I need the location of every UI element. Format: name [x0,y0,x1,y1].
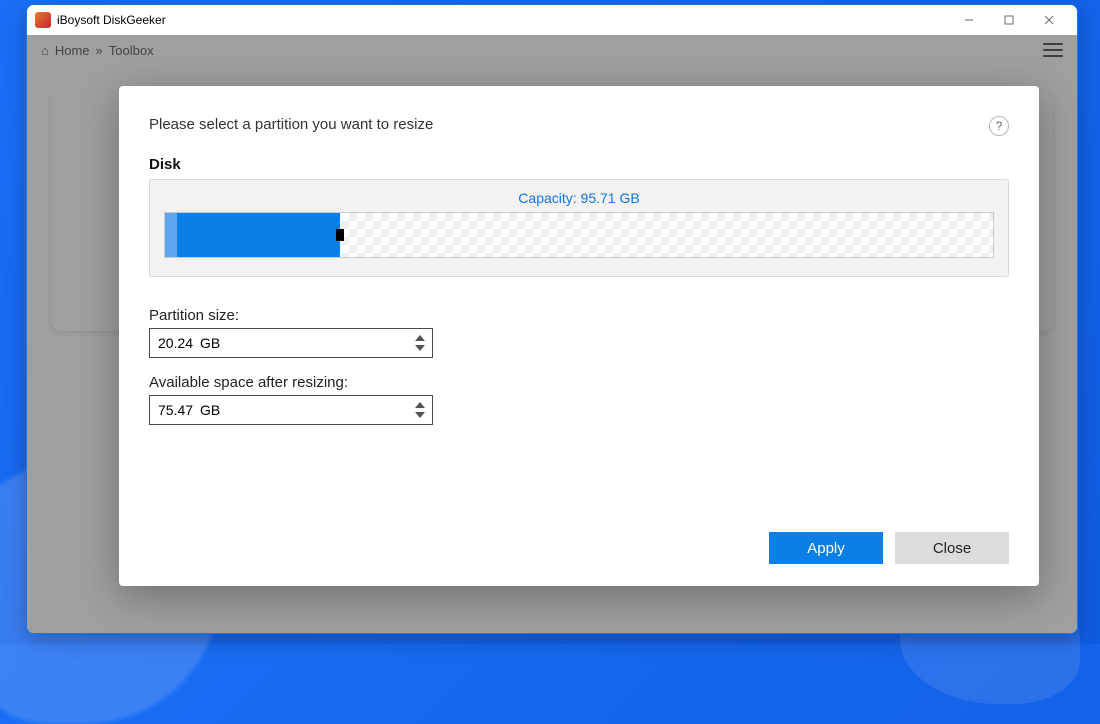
used-segment [177,213,340,257]
available-space-step-up[interactable] [412,401,428,409]
available-space-label: Available space after resizing: [149,374,1009,391]
partition-size-input[interactable]: 20.24 GB [149,328,433,358]
titlebar: iBoysoft DiskGeeker [27,5,1077,35]
maximize-button[interactable] [989,5,1029,35]
partition-size-value: 20.24 [150,335,194,351]
available-space-unit: GB [200,402,220,418]
apply-button[interactable]: Apply [769,532,883,564]
close-window-button[interactable] [1029,5,1069,35]
available-space-value: 75.47 [150,402,194,418]
partition-size-label: Partition size: [149,307,1009,324]
help-button[interactable]: ? [989,116,1009,136]
window-title: iBoysoft DiskGeeker [57,13,166,27]
partition-size-step-down[interactable] [412,344,428,352]
app-window: iBoysoft DiskGeeker ⌂ Home » Toolbox Ple… [26,4,1078,634]
dialog-instruction: Please select a partition you want to re… [149,116,433,133]
app-icon [35,12,51,28]
disk-heading: Disk [149,156,1009,173]
question-icon: ? [996,119,1003,133]
disk-capacity-label: Capacity: 95.71 GB [164,190,994,206]
available-space-input[interactable]: 75.47 GB [149,395,433,425]
minimize-button[interactable] [949,5,989,35]
close-button[interactable]: Close [895,532,1009,564]
disk-panel: Capacity: 95.71 GB [149,179,1009,277]
partition-size-unit: GB [200,335,220,351]
available-space-step-down[interactable] [412,411,428,419]
partition-size-step-up[interactable] [412,334,428,342]
resize-handle[interactable] [336,229,344,241]
resize-partition-dialog: Please select a partition you want to re… [119,86,1039,586]
reserved-strip [165,213,177,257]
disk-usage-bar[interactable] [164,212,994,258]
